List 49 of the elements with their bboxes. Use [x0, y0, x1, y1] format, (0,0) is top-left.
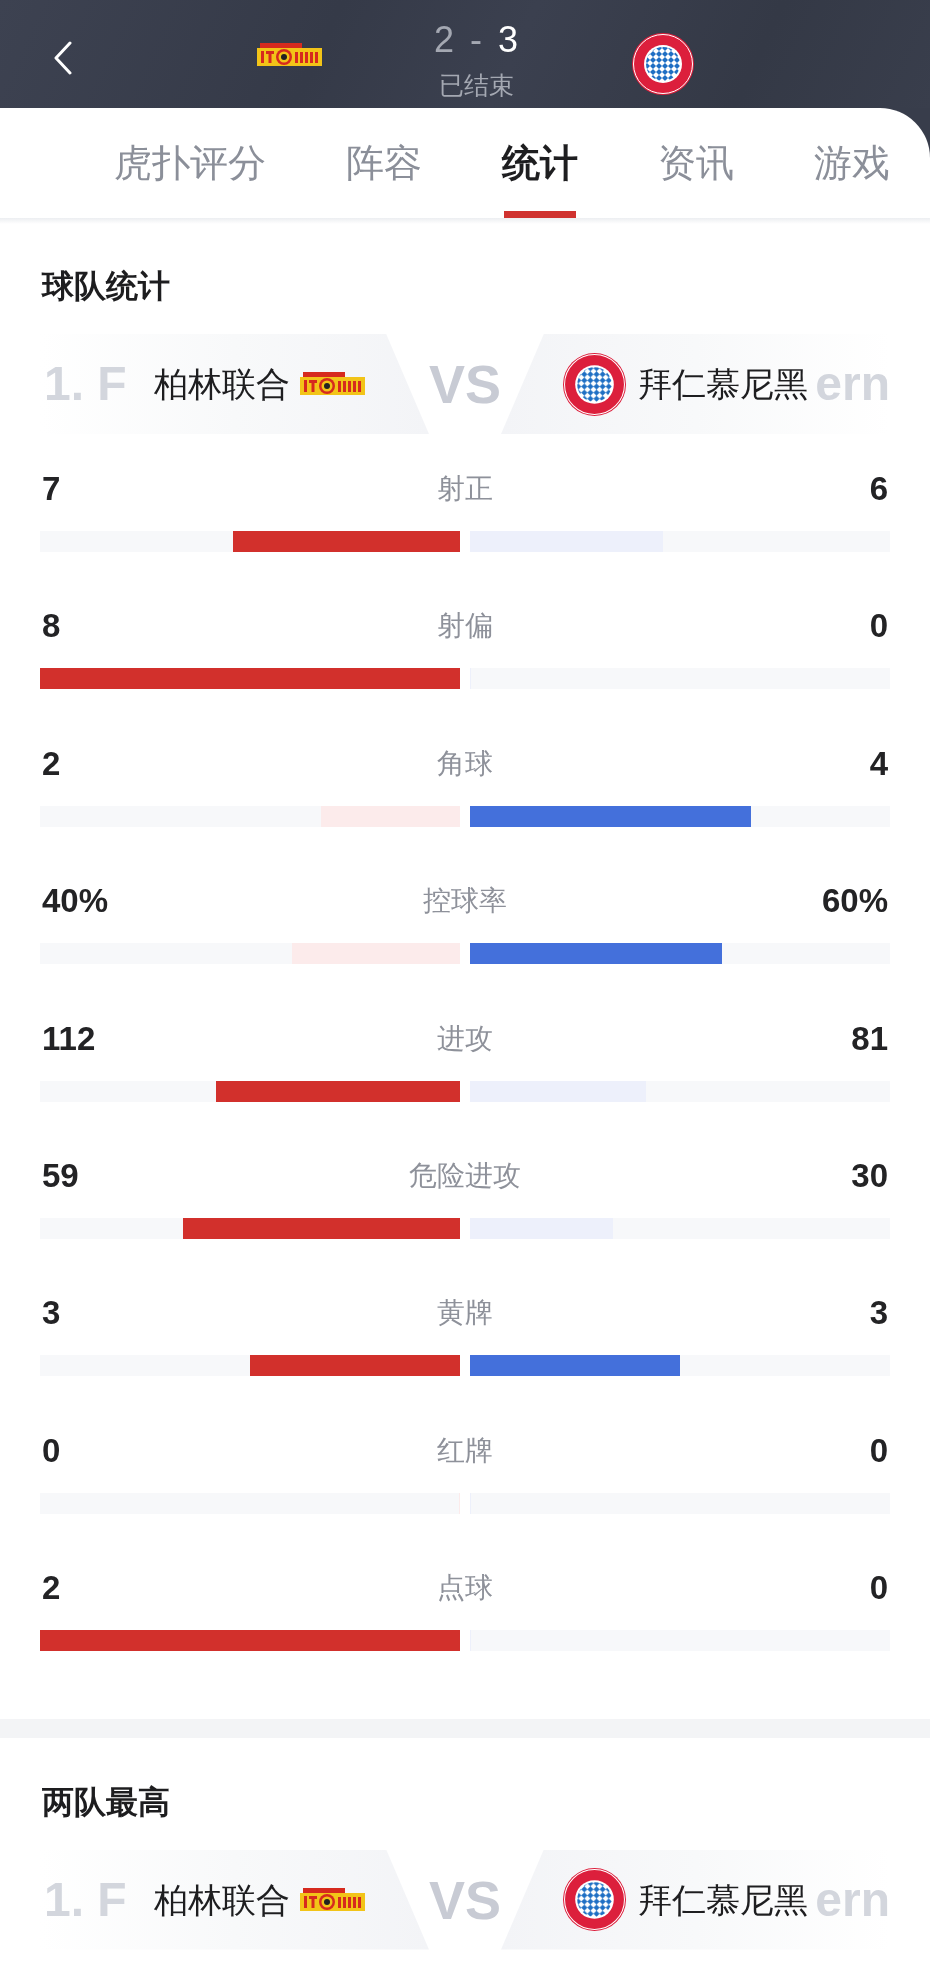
team-name: 拜仁慕尼黑	[638, 364, 808, 405]
banner-crest-icon	[299, 371, 365, 397]
stat-label: 黄牌	[437, 1296, 493, 1331]
stat-value: 4	[869, 743, 888, 784]
tab[interactable]: 统计	[502, 108, 578, 218]
score-separator: -	[470, 20, 482, 60]
tab[interactable]: 阵容	[346, 108, 422, 218]
tab[interactable]: 资讯	[658, 108, 734, 218]
section-title: 两队最高	[41, 1782, 171, 1822]
stat-label: 进攻	[437, 1021, 493, 1056]
stat-value: 0	[869, 606, 888, 647]
stat-value: 81	[851, 1018, 888, 1059]
home-score: 2	[433, 20, 454, 60]
stat-value: 3	[42, 1293, 61, 1334]
stat-value: 2	[42, 743, 61, 784]
round-crest-icon	[563, 352, 626, 416]
stat-label: 控球率	[423, 884, 507, 919]
section-title: 球队统计	[40, 267, 171, 306]
away-score: 3	[498, 20, 519, 60]
chevron-left-icon	[53, 41, 73, 75]
round-crest-icon	[563, 1868, 626, 1931]
stat-value: 6	[869, 469, 888, 509]
stat-value: 0	[869, 1568, 888, 1609]
stat-value: 60%	[821, 881, 888, 922]
stat-label: 角球	[437, 746, 493, 781]
stat-value: 40%	[42, 881, 109, 922]
stat-label: 射正	[437, 472, 493, 506]
tab[interactable]: 游戏	[814, 108, 890, 218]
stat-label: 危险进攻	[409, 1158, 521, 1193]
stat-value: 30	[851, 1155, 888, 1196]
match-status: 已结束	[438, 70, 514, 100]
stat-label: 射偏	[437, 609, 493, 644]
stat-value: 2	[42, 1568, 61, 1609]
round-crest-icon	[632, 33, 694, 95]
banner-crest-icon	[299, 1886, 365, 1913]
stat-value: 0	[869, 1430, 888, 1471]
stat-value: 59	[42, 1155, 79, 1196]
stat-value: 7	[42, 469, 61, 509]
team-name: 柏林联合	[153, 1879, 290, 1921]
stat-label: 点球	[437, 1571, 493, 1606]
stat-value: 112	[42, 1018, 96, 1059]
stat-value: 8	[42, 606, 61, 647]
tab[interactable]: 虎扑评分	[114, 108, 266, 218]
stat-value: 3	[869, 1293, 888, 1334]
banner-crest-icon	[257, 43, 322, 67]
team-name: 拜仁慕尼黑	[638, 1879, 808, 1921]
stat-value: 0	[42, 1430, 61, 1471]
stat-label: 红牌	[437, 1433, 493, 1468]
team-name: 柏林联合	[153, 364, 290, 405]
